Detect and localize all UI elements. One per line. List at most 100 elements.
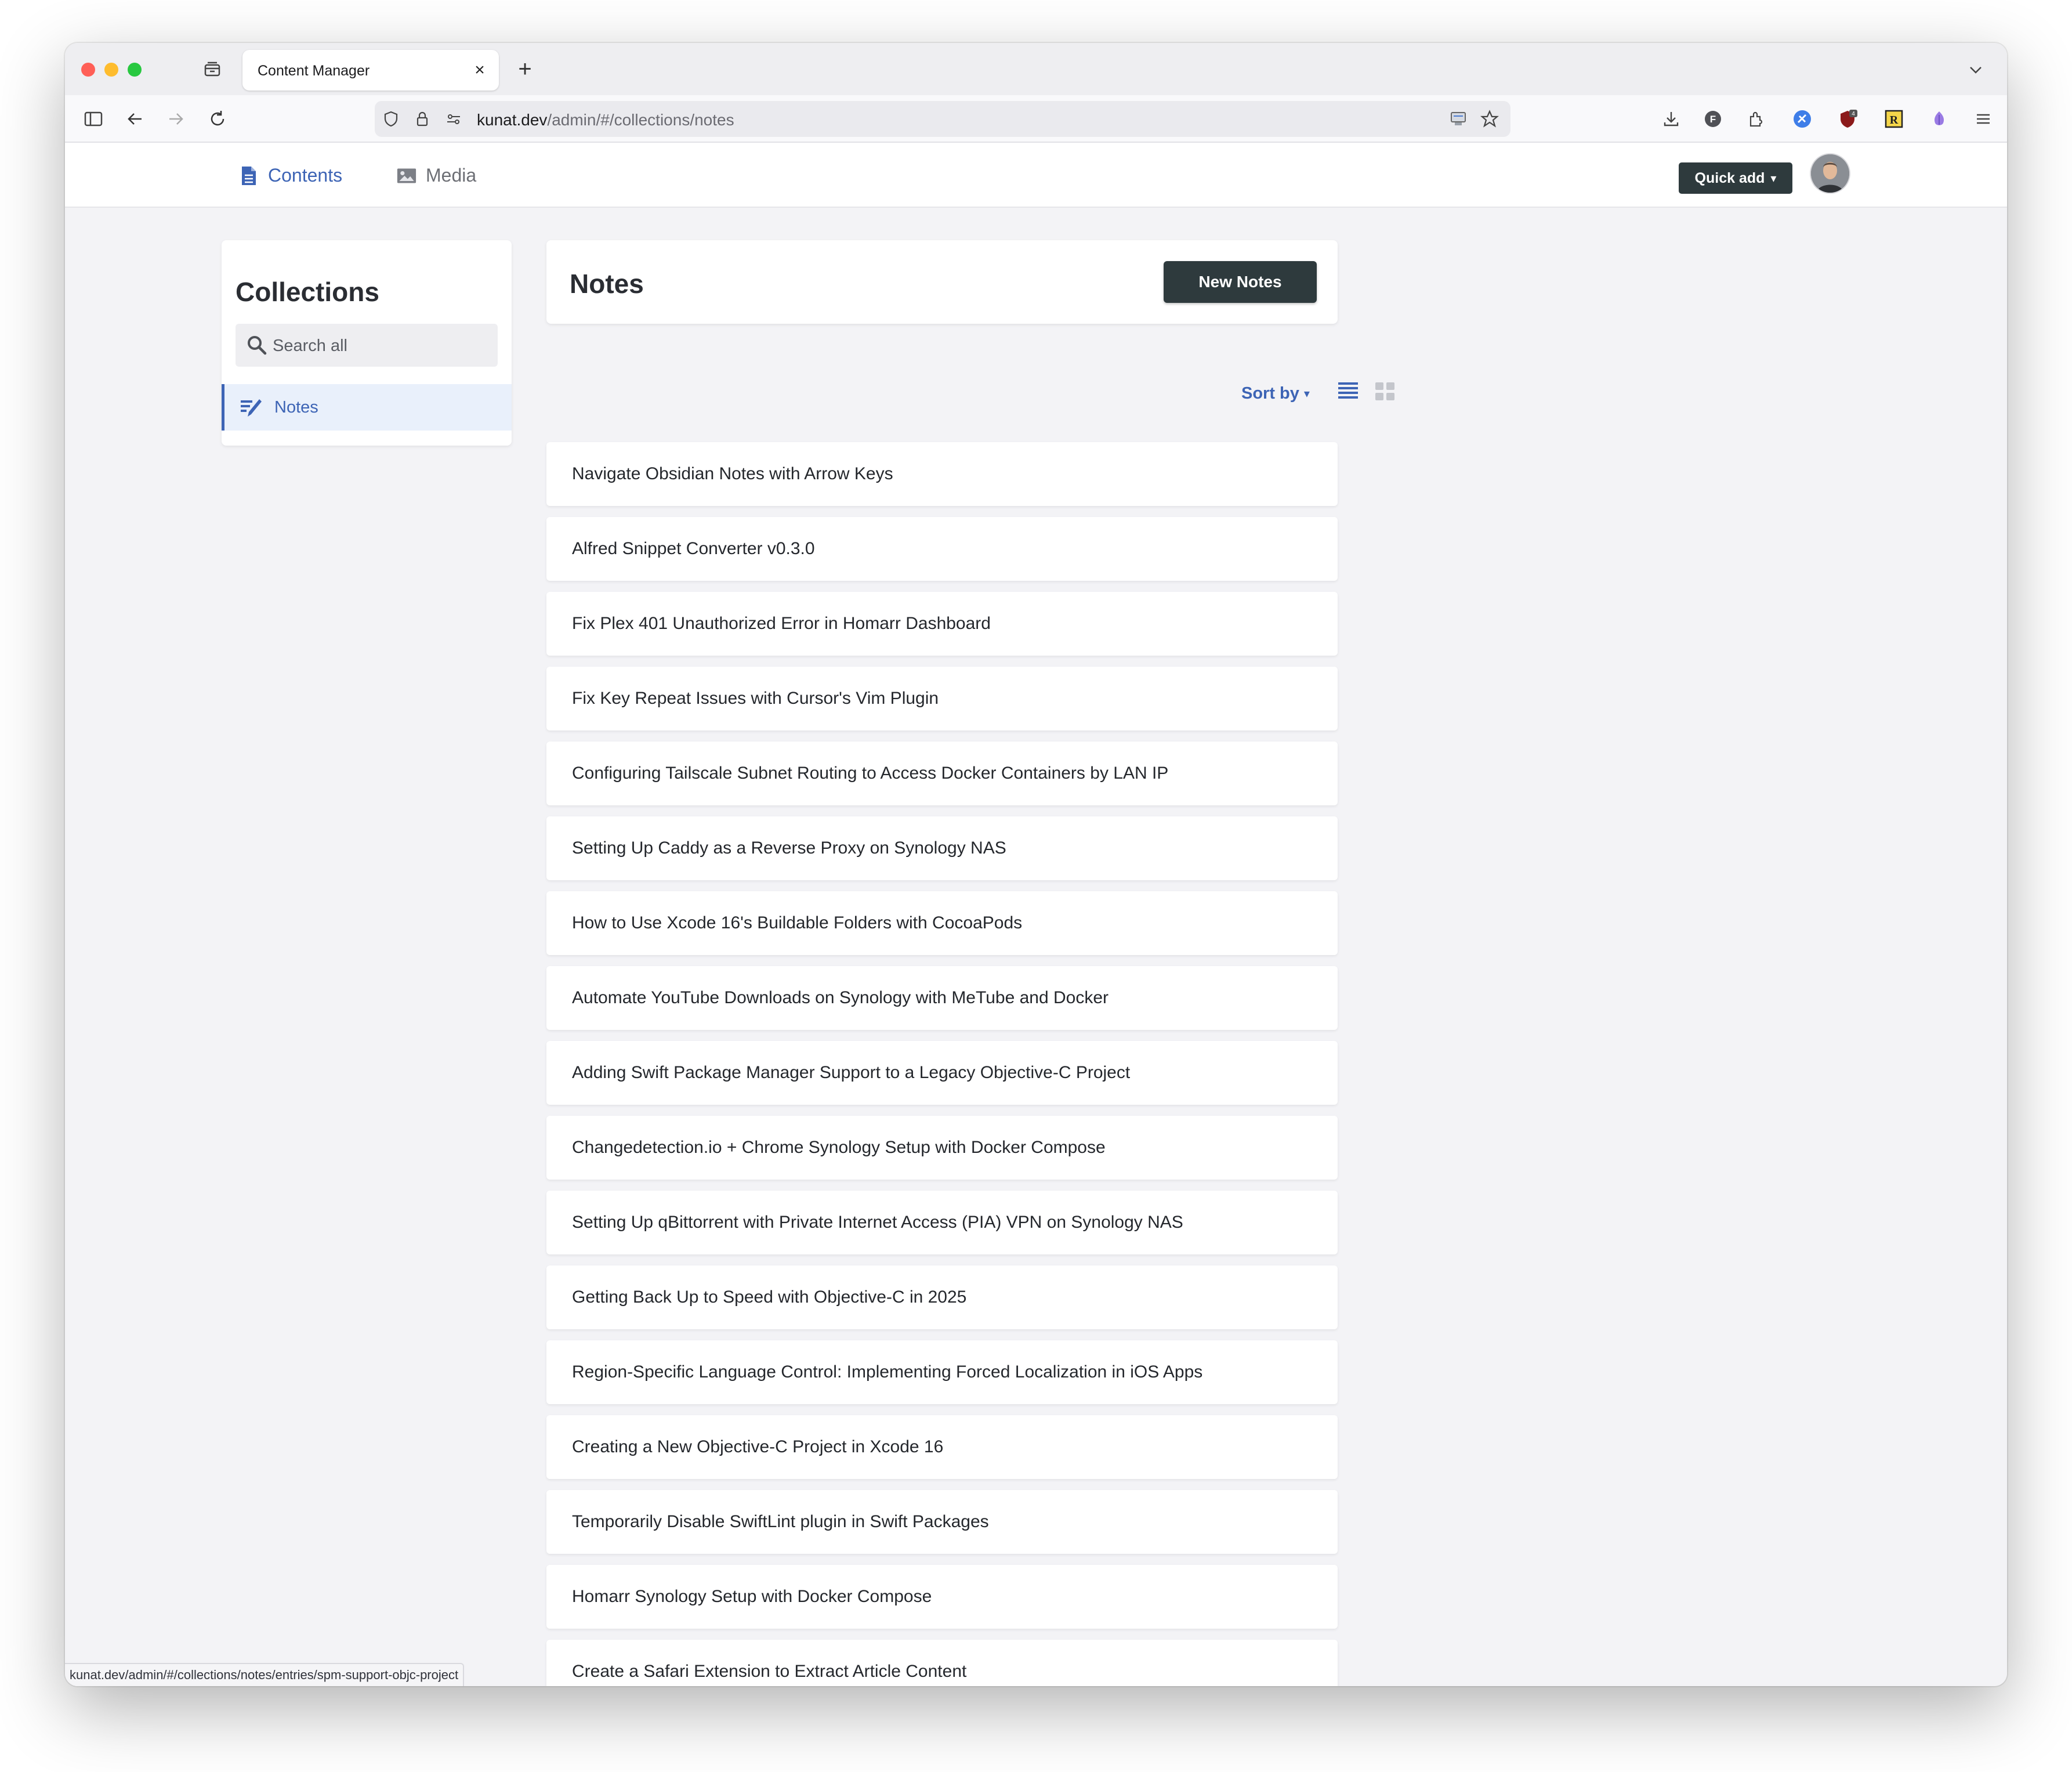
new-tab-button[interactable]: +: [512, 56, 538, 82]
quick-add-button[interactable]: Quick add ▾: [1679, 162, 1792, 194]
search-icon: [248, 336, 267, 355]
new-notes-button[interactable]: New Notes: [1164, 261, 1317, 303]
close-tab-icon[interactable]: ×: [469, 59, 491, 81]
app-header: Contents Media Quick add ▾: [65, 143, 2007, 208]
page-title: Notes: [570, 269, 644, 299]
svg-text:R: R: [1890, 114, 1899, 126]
caret-down-icon: ▾: [1303, 388, 1310, 400]
list-item[interactable]: Automate YouTube Downloads on Synology w…: [546, 966, 1338, 1030]
status-bar-link-preview: kunat.dev/admin/#/collections/notes/entr…: [65, 1663, 465, 1686]
search-placeholder: Search all: [273, 337, 347, 355]
list-item[interactable]: Navigate Obsidian Notes with Arrow Keys: [546, 442, 1338, 506]
note-title: Creating a New Objective-C Project in Xc…: [572, 1437, 944, 1456]
list-item[interactable]: Creating a New Objective-C Project in Xc…: [546, 1415, 1338, 1479]
caret-down-icon: ▾: [1770, 172, 1777, 185]
extension-f-icon[interactable]: F: [1700, 106, 1726, 132]
quick-add-label: Quick add: [1694, 169, 1765, 186]
extension-blue-icon[interactable]: [1789, 106, 1816, 132]
write-icon: [241, 399, 262, 417]
browser-window: Content Manager × + kunat.dev/admin/#/co…: [65, 43, 2007, 1686]
note-title: Automate YouTube Downloads on Synology w…: [572, 988, 1109, 1007]
nav-media-label: Media: [426, 165, 477, 186]
note-title: Alfred Snippet Converter v0.3.0: [572, 539, 815, 558]
url-host: kunat.dev: [477, 111, 548, 129]
list-item[interactable]: Homarr Synology Setup with Docker Compos…: [546, 1565, 1338, 1629]
note-title: Setting Up Caddy as a Reverse Proxy on S…: [572, 838, 1006, 858]
note-title: Navigate Obsidian Notes with Arrow Keys: [572, 464, 893, 483]
sort-toolbar: Sort by ▾: [546, 382, 1394, 421]
extension-r-icon[interactable]: R: [1881, 106, 1907, 132]
nav-contents[interactable]: Contents: [239, 165, 342, 186]
active-tab[interactable]: Content Manager ×: [242, 50, 499, 91]
note-title: Changedetection.io + Chrome Synology Set…: [572, 1138, 1106, 1157]
close-window-button[interactable]: [81, 63, 95, 77]
list-item[interactable]: Adding Swift Package Manager Support to …: [546, 1041, 1338, 1105]
document-icon: [239, 165, 259, 186]
tab-strip: Content Manager × +: [65, 43, 2007, 95]
tab-overview-icon[interactable]: [201, 58, 224, 81]
collections-sidebar: Collections Search all Notes: [222, 240, 512, 446]
url-path: /admin/#/collections/notes: [547, 111, 734, 129]
zoom-window-button[interactable]: [128, 63, 142, 77]
note-title: Temporarily Disable SwiftLint plugin in …: [572, 1512, 989, 1531]
content-area: Collections Search all Notes Notes New N…: [65, 208, 2007, 1686]
sort-by-label: Sort by: [1241, 384, 1299, 403]
sidebar-item-notes[interactable]: Notes: [222, 384, 512, 431]
url-text[interactable]: kunat.dev/admin/#/collections/notes: [477, 111, 734, 129]
notes-list: Navigate Obsidian Notes with Arrow Keys …: [546, 442, 1338, 1686]
navigation-toolbar: kunat.dev/admin/#/collections/notes F 4 …: [65, 95, 2007, 143]
note-title: Create a Safari Extension to Extract Art…: [572, 1662, 967, 1681]
note-title: How to Use Xcode 16's Buildable Folders …: [572, 913, 1023, 932]
list-item[interactable]: Fix Key Repeat Issues with Cursor's Vim …: [546, 667, 1338, 731]
ublock-icon[interactable]: 4: [1834, 106, 1861, 132]
extensions-puzzle-icon[interactable]: [1743, 106, 1769, 132]
downloads-icon[interactable]: [1658, 106, 1685, 132]
list-item[interactable]: How to Use Xcode 16's Buildable Folders …: [546, 891, 1338, 955]
grid-view-icon[interactable]: [1374, 379, 1397, 403]
list-view-icon[interactable]: [1336, 379, 1360, 403]
reload-icon[interactable]: [204, 106, 231, 132]
note-title: Configuring Tailscale Subnet Routing to …: [572, 764, 1169, 783]
minimize-window-button[interactable]: [104, 63, 118, 77]
extension-badge: 4: [1852, 111, 1855, 117]
svg-text:F: F: [1710, 114, 1716, 125]
list-item[interactable]: Getting Back Up to Speed with Objective-…: [546, 1265, 1338, 1329]
chevron-down-icon[interactable]: [1964, 58, 1987, 81]
note-title: Getting Back Up to Speed with Objective-…: [572, 1288, 967, 1307]
nav-contents-label: Contents: [268, 165, 343, 186]
list-item[interactable]: Setting Up qBittorrent with Private Inte…: [546, 1191, 1338, 1254]
list-item[interactable]: Temporarily Disable SwiftLint plugin in …: [546, 1490, 1338, 1554]
lock-icon[interactable]: [412, 109, 433, 129]
search-input[interactable]: Search all: [236, 324, 498, 367]
list-item[interactable]: Alfred Snippet Converter v0.3.0: [546, 517, 1338, 581]
list-item[interactable]: Configuring Tailscale Subnet Routing to …: [546, 742, 1338, 805]
note-title: Setting Up qBittorrent with Private Inte…: [572, 1213, 1183, 1232]
extension-purple-icon[interactable]: [1926, 106, 1953, 132]
sidebar-title: Collections: [236, 277, 379, 307]
note-title: Region-Specific Language Control: Implem…: [572, 1362, 1203, 1382]
note-title: Fix Key Repeat Issues with Cursor's Vim …: [572, 689, 939, 708]
list-item[interactable]: Region-Specific Language Control: Implem…: [546, 1340, 1338, 1404]
shield-icon[interactable]: [381, 109, 401, 129]
avatar[interactable]: [1811, 154, 1849, 193]
image-icon: [397, 165, 416, 186]
address-bar[interactable]: kunat.dev/admin/#/collections/notes: [375, 101, 1510, 137]
list-item[interactable]: Setting Up Caddy as a Reverse Proxy on S…: [546, 816, 1338, 880]
sidebar-toggle-icon[interactable]: [80, 106, 107, 132]
bookmark-star-icon[interactable]: [1479, 109, 1500, 129]
sidebar-item-label: Notes: [274, 398, 318, 417]
sort-by-dropdown[interactable]: Sort by ▾: [1241, 384, 1310, 403]
permissions-icon[interactable]: [443, 109, 464, 129]
note-title: Fix Plex 401 Unauthorized Error in Homar…: [572, 614, 991, 633]
list-item[interactable]: Fix Plex 401 Unauthorized Error in Homar…: [546, 592, 1338, 656]
list-item[interactable]: Create a Safari Extension to Extract Art…: [546, 1640, 1338, 1686]
nav-media[interactable]: Media: [397, 165, 476, 186]
note-title: Homarr Synology Setup with Docker Compos…: [572, 1587, 932, 1606]
translate-page-icon[interactable]: [1448, 109, 1469, 129]
note-title: Adding Swift Package Manager Support to …: [572, 1063, 1131, 1082]
forward-arrow-icon[interactable]: [162, 106, 189, 132]
back-arrow-icon[interactable]: [122, 106, 148, 132]
notes-header-panel: Notes New Notes: [546, 240, 1338, 324]
menu-hamburger-icon[interactable]: [1970, 106, 1997, 132]
list-item[interactable]: Changedetection.io + Chrome Synology Set…: [546, 1116, 1338, 1180]
